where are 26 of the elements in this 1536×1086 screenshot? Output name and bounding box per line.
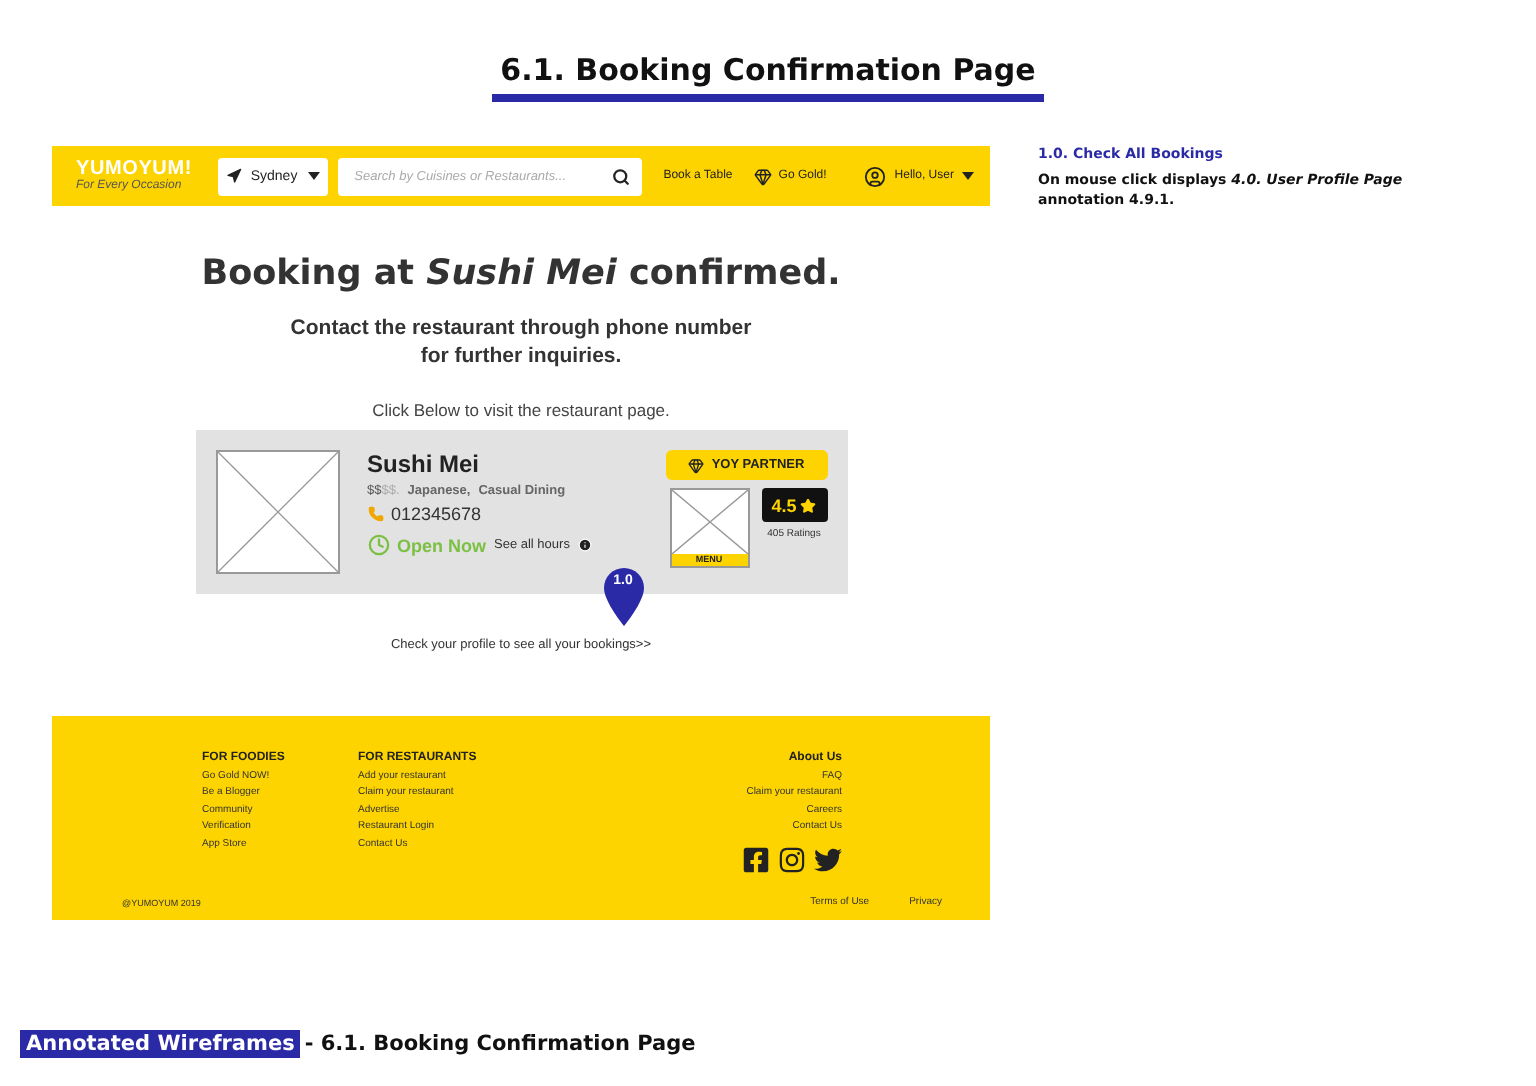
instagram-icon[interactable] <box>778 845 806 874</box>
restaurant-name: Sushi Mei <box>367 450 482 478</box>
caption-text: - 6.1. Booking Confirmation Page <box>304 1032 696 1056</box>
rating-badge: 4.5 <box>761 488 827 522</box>
visit-prompt: Click Below to visit the restaurant page. <box>372 400 670 420</box>
caret-icon <box>961 172 974 180</box>
phone-number: 012345678 <box>391 504 482 524</box>
location-arrow-icon <box>226 168 243 184</box>
confirmation-heading: Booking at Sushi Mei confirmed. <box>201 254 841 294</box>
image-placeholder <box>215 450 339 574</box>
diamond-icon <box>687 457 704 473</box>
image-placeholder <box>671 490 747 554</box>
info-icon <box>577 538 592 552</box>
star-icon <box>800 497 817 513</box>
phone-icon <box>367 506 383 522</box>
facebook-icon[interactable] <box>742 845 770 874</box>
caret-icon <box>308 172 321 180</box>
user-icon <box>864 165 887 187</box>
contact-message: Contact the restaurant through phone number for further inquiries. <box>288 314 754 370</box>
page-title: 6.1. Booking Confirmation Page <box>492 52 1044 102</box>
open-status: Open Now <box>397 535 486 555</box>
diamond-icon <box>754 167 773 185</box>
caption-tag: Annotated Wireframes <box>20 1030 301 1058</box>
search-icon <box>611 167 630 185</box>
clock-icon <box>367 534 389 556</box>
twitter-icon[interactable] <box>814 845 842 874</box>
